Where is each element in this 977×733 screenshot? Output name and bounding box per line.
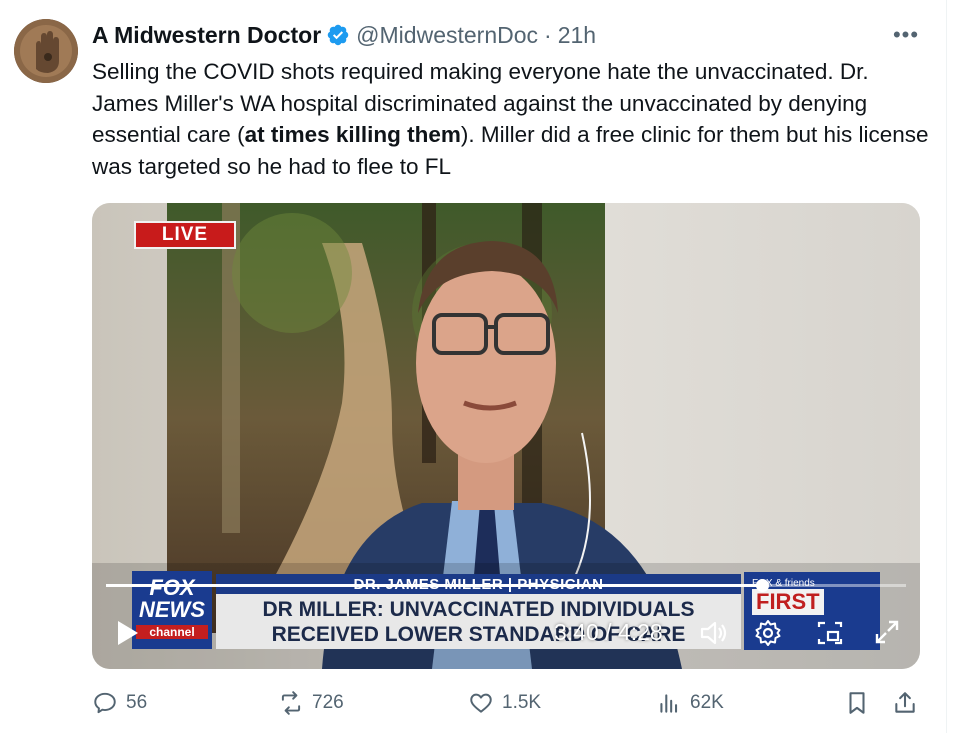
fullscreen-icon[interactable] [872, 617, 902, 647]
video-timecode: 3:40 / 4:28 [554, 619, 663, 645]
tweet-text: Selling the COVID shots required making … [92, 56, 932, 182]
like-count: 1.5K [502, 692, 542, 713]
heart-icon [470, 693, 492, 713]
views-button[interactable]: 62K [656, 690, 724, 716]
timeline-border [946, 0, 947, 733]
video-player[interactable]: LIVE FOX NEWS channel DR. JAMES MILLER |… [92, 203, 920, 669]
repost-button[interactable]: 726 [278, 690, 344, 716]
reply-icon [94, 692, 116, 714]
tweet-text-bold: at times killing them [244, 122, 461, 147]
author-handle[interactable]: @MidwesternDoc [356, 22, 538, 49]
like-button[interactable]: 1.5K [468, 690, 541, 716]
video-progress-bar[interactable] [106, 579, 906, 592]
volume-icon[interactable] [698, 618, 728, 648]
repost-count: 726 [312, 692, 344, 713]
video-scrubber-handle[interactable] [756, 579, 769, 592]
views-chart-icon [660, 694, 678, 713]
fox-logo-line3: channel [136, 625, 208, 639]
verified-badge-icon[interactable] [326, 23, 350, 47]
separator-dot: · [544, 21, 552, 48]
tweet-timestamp[interactable]: 21h [558, 22, 596, 49]
repost-icon [281, 691, 301, 715]
bookmark-button[interactable] [844, 690, 878, 716]
fox-news-logo: FOX NEWS channel [132, 571, 212, 649]
bookmark-icon [849, 692, 865, 714]
promo-big-text: FIRST [752, 589, 824, 615]
views-count: 62K [690, 692, 724, 713]
live-badge: LIVE [134, 221, 236, 249]
reply-count: 56 [126, 692, 148, 713]
more-icon: ••• [892, 22, 920, 47]
settings-gear-icon[interactable] [754, 619, 782, 647]
more-options-button[interactable]: ••• [890, 22, 922, 48]
play-icon[interactable] [116, 619, 140, 647]
fox-logo-line1: FOX [149, 575, 195, 600]
fox-logo-line2: NEWS [139, 597, 205, 622]
avatar[interactable] [14, 19, 78, 83]
video-progress-fill [106, 584, 762, 587]
share-icon [895, 692, 915, 713]
tweet-action-bar: 56 726 1.5K 62K [92, 690, 922, 722]
author-name[interactable]: A Midwestern Doctor [92, 22, 321, 49]
tweet-header: A Midwestern Doctor @MidwesternDoc · 21h [92, 20, 596, 50]
hand-avatar-icon [14, 19, 78, 83]
share-button[interactable] [892, 690, 926, 716]
reply-button[interactable]: 56 [92, 690, 147, 716]
picture-in-picture-icon[interactable] [816, 619, 844, 647]
